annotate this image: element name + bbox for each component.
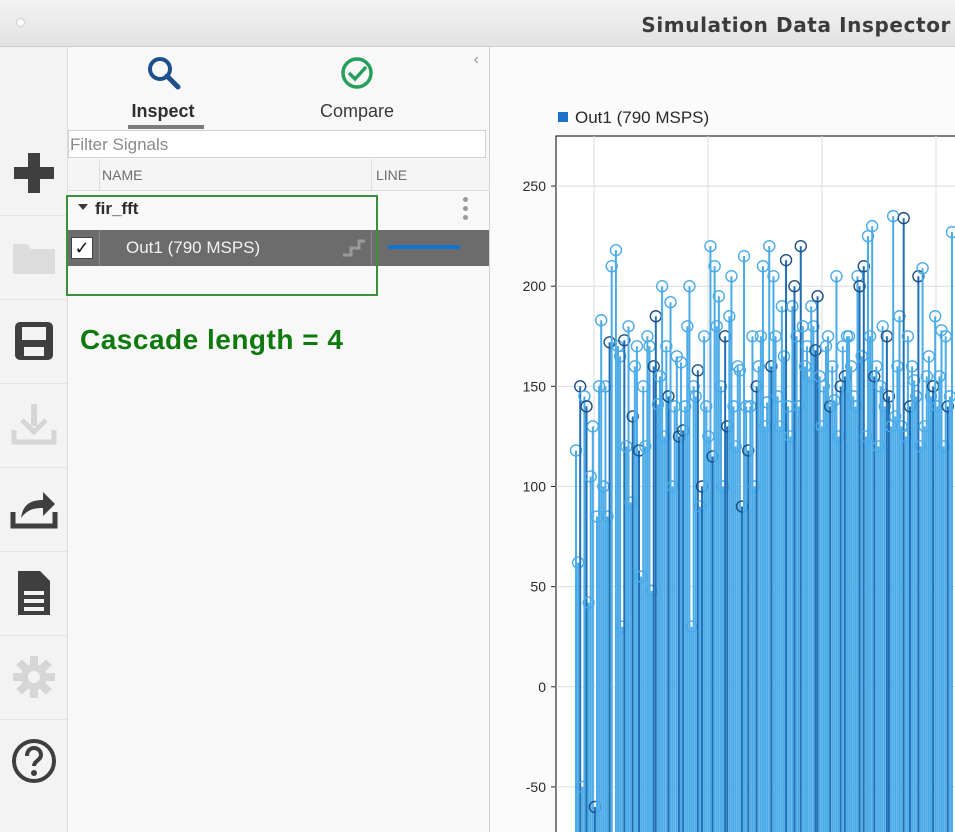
checkbox-column-header — [68, 159, 100, 190]
report-button[interactable] — [0, 551, 67, 636]
preferences-button[interactable] — [0, 635, 67, 720]
title-bar: Simulation Data Inspector — [0, 0, 955, 47]
y-tick-label: 250 — [523, 178, 547, 194]
help-icon — [11, 739, 56, 783]
import-button[interactable] — [0, 383, 67, 468]
cascade-annotation: Cascade length = 4 — [80, 324, 344, 355]
check-circle-icon — [341, 57, 373, 89]
tab-inspect-label: Inspect — [131, 101, 195, 121]
tab-compare[interactable]: Compare — [282, 47, 432, 131]
export-button[interactable] — [0, 467, 67, 552]
y-tick-label: 200 — [523, 278, 547, 294]
plot-area: Out1 (790 MSPS) 250 200 150 100 50 0 -50 — [490, 47, 955, 832]
column-divider[interactable] — [371, 159, 372, 190]
open-button[interactable] — [0, 215, 67, 300]
save-button[interactable] — [0, 299, 67, 384]
import-icon — [11, 404, 56, 445]
gear-icon — [12, 656, 55, 698]
column-header: NAME LINE — [68, 159, 489, 191]
tab-compare-label: Compare — [319, 101, 395, 121]
window-close-dot[interactable] — [16, 18, 25, 27]
toolstrip — [0, 47, 68, 832]
new-button[interactable] — [0, 131, 67, 216]
filter-signals-input[interactable]: Filter Signals — [68, 130, 486, 158]
y-tick-label: 50 — [530, 579, 546, 595]
y-tick-label: 100 — [523, 478, 547, 494]
tab-inspect[interactable]: Inspect — [88, 47, 238, 131]
y-tick-label: -50 — [526, 779, 546, 795]
name-column-header[interactable]: NAME — [102, 167, 142, 183]
help-button[interactable] — [0, 719, 67, 803]
line-style-swatch[interactable] — [388, 245, 460, 249]
collapse-panel-icon[interactable]: ‹ — [474, 51, 479, 69]
active-tab-underline — [128, 125, 204, 129]
more-options-icon[interactable] — [463, 197, 469, 225]
highlight-box — [66, 195, 378, 296]
folder-icon — [12, 244, 55, 274]
y-tick-label: 150 — [523, 378, 547, 394]
save-icon — [14, 322, 53, 360]
search-icon — [148, 57, 181, 90]
y-tick-label: 0 — [538, 679, 546, 695]
signal-panel: Inspect Compare ‹ Filter Signals NAME LI… — [68, 47, 490, 832]
line-column-header[interactable]: LINE — [376, 167, 407, 183]
export-icon — [10, 492, 57, 529]
stem-chart[interactable]: 250 200 150 100 50 0 -50 — [490, 47, 955, 832]
window-title: Simulation Data Inspector — [641, 13, 951, 37]
report-icon — [17, 571, 50, 615]
plus-icon — [13, 153, 54, 193]
